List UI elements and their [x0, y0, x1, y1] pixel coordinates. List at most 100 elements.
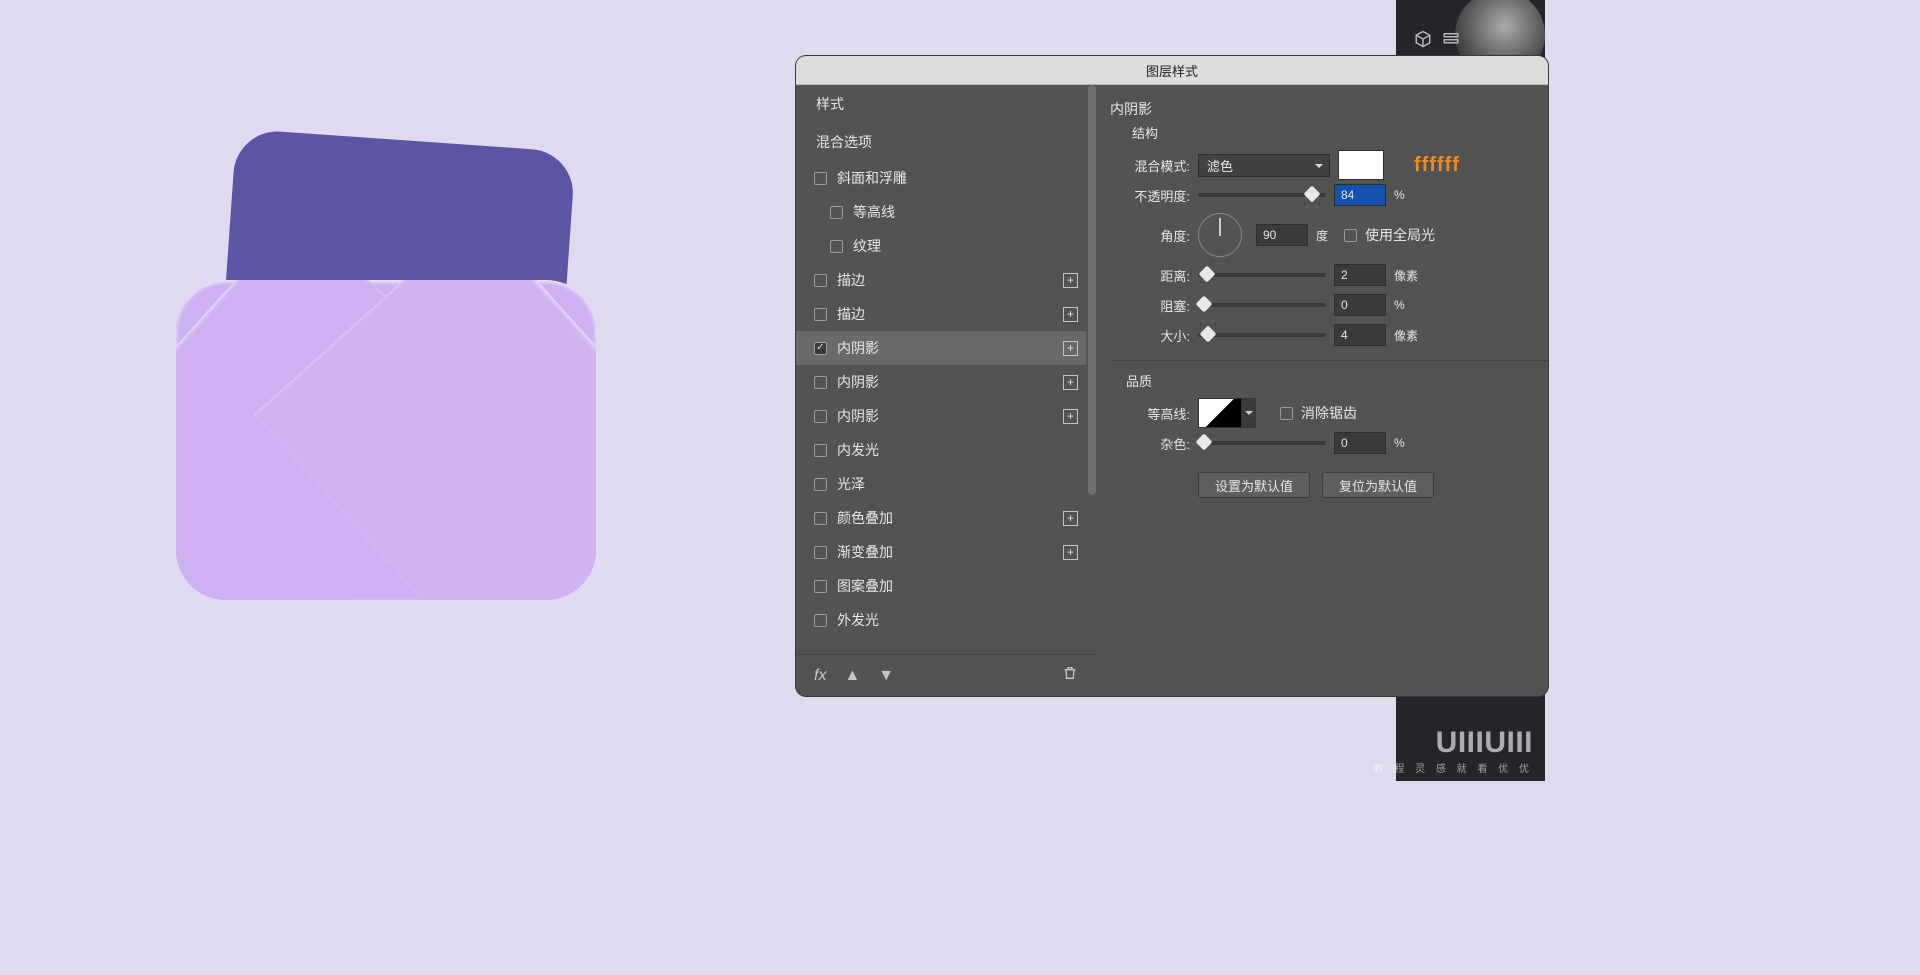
choke-label: 阻塞: [1110, 296, 1190, 315]
style-label: 描边 [837, 270, 865, 290]
percent-unit: % [1394, 298, 1405, 312]
cube-icon[interactable] [1414, 30, 1432, 48]
contour-picker[interactable] [1198, 398, 1242, 428]
contour-dropdown-icon[interactable] [1242, 398, 1256, 428]
watermark-brand: UIIIUIII [1374, 726, 1533, 760]
style-row[interactable]: 斜面和浮雕 [796, 161, 1086, 195]
style-row[interactable]: 描边 + [796, 297, 1086, 331]
styles-list-column: 样式 混合选项 斜面和浮雕等高线纹理描边+描边+内阴影+内阴影+内阴影+内发光光… [796, 85, 1096, 696]
noise-slider[interactable] [1198, 441, 1326, 445]
style-label: 图案叠加 [837, 576, 893, 596]
style-row[interactable]: 内阴影 + [796, 399, 1086, 433]
opacity-input[interactable]: 84 [1334, 184, 1386, 206]
style-label: 渐变叠加 [837, 542, 893, 562]
style-row[interactable]: 内阴影+ [796, 365, 1086, 399]
styles-header[interactable]: 样式 [796, 85, 1086, 123]
fx-icon[interactable]: fx [814, 667, 826, 685]
blend-mode-select[interactable]: 滤色 [1198, 154, 1330, 177]
dialog-titlebar[interactable]: 图层样式 [796, 56, 1548, 85]
style-checkbox[interactable] [814, 546, 827, 559]
percent-unit: % [1394, 436, 1405, 450]
antialias-label: 消除锯齿 [1301, 403, 1357, 423]
envelope-front [176, 280, 596, 600]
add-effect-icon[interactable]: + [1063, 341, 1078, 356]
add-effect-icon[interactable]: + [1063, 307, 1078, 322]
style-checkbox[interactable] [814, 308, 827, 321]
add-effect-icon[interactable]: + [1063, 409, 1078, 424]
style-checkbox[interactable] [814, 444, 827, 457]
angle-dial[interactable] [1198, 213, 1242, 257]
style-checkbox[interactable] [814, 172, 827, 185]
size-slider[interactable] [1198, 333, 1326, 337]
blend-options-header[interactable]: 混合选项 [796, 123, 1086, 161]
style-row[interactable]: 纹理 [796, 229, 1086, 263]
antialias-checkbox[interactable] [1280, 407, 1293, 420]
style-label: 颜色叠加 [837, 508, 893, 528]
opacity-slider[interactable] [1198, 193, 1326, 197]
distance-input[interactable]: 2 [1334, 264, 1386, 286]
style-label: 外发光 [837, 610, 879, 630]
style-row[interactable]: 颜色叠加 + [796, 501, 1086, 535]
noise-label: 杂色: [1110, 434, 1190, 453]
style-checkbox[interactable] [814, 274, 827, 287]
style-checkbox[interactable] [814, 376, 827, 389]
style-label: 内发光 [837, 440, 879, 460]
style-row[interactable]: 等高线 [796, 195, 1086, 229]
opacity-label: 不透明度: [1110, 186, 1190, 205]
size-input[interactable]: 4 [1334, 324, 1386, 346]
make-default-button[interactable]: 设置为默认值 [1198, 472, 1310, 498]
blend-mode-label: 混合模式: [1110, 156, 1190, 175]
style-row[interactable]: 光泽 [796, 467, 1086, 501]
global-light-label: 使用全局光 [1365, 225, 1435, 245]
style-label: 描边 [837, 304, 865, 324]
dialog-title: 图层样式 [1146, 61, 1198, 80]
noise-input[interactable]: 0 [1334, 432, 1386, 454]
arrow-up-icon[interactable]: ▲ [844, 667, 860, 685]
style-checkbox[interactable] [814, 512, 827, 525]
style-checkbox[interactable] [830, 206, 843, 219]
style-row[interactable]: 外发光 [796, 603, 1086, 637]
style-row[interactable]: 图案叠加 [796, 569, 1086, 603]
pixel-unit: 像素 [1394, 327, 1418, 344]
color-swatch[interactable] [1338, 150, 1384, 180]
style-checkbox[interactable] [814, 580, 827, 593]
distance-label: 距离: [1110, 266, 1190, 285]
style-label: 光泽 [837, 474, 865, 494]
add-effect-icon[interactable]: + [1063, 545, 1078, 560]
reset-default-button[interactable]: 复位为默认值 [1322, 472, 1434, 498]
layer-style-dialog: 图层样式 样式 混合选项 斜面和浮雕等高线纹理描边+描边+内阴影+内阴影+内阴影… [796, 56, 1548, 696]
angle-input[interactable]: 90 [1256, 224, 1308, 246]
style-row[interactable]: 渐变叠加 + [796, 535, 1086, 569]
style-label: 斜面和浮雕 [837, 168, 907, 188]
contour-label: 等高线: [1110, 404, 1190, 423]
add-effect-icon[interactable]: + [1063, 273, 1078, 288]
size-label: 大小: [1110, 326, 1190, 345]
angle-label: 角度: [1110, 226, 1190, 245]
arrow-down-icon[interactable]: ▼ [878, 667, 894, 685]
style-checkbox[interactable] [814, 614, 827, 627]
global-light-checkbox[interactable] [1344, 229, 1357, 242]
scrollbar[interactable] [1088, 85, 1096, 495]
style-row[interactable]: 内阴影+ [796, 331, 1086, 365]
color-hex: ffffff [1414, 154, 1460, 177]
style-checkbox[interactable] [830, 240, 843, 253]
envelope-illustration [176, 150, 596, 600]
structure-label: 结构 [1132, 123, 1548, 142]
style-label: 纹理 [853, 236, 881, 256]
percent-unit: % [1394, 188, 1405, 202]
style-label: 内阴影 [837, 406, 879, 426]
pixel-unit: 像素 [1394, 267, 1418, 284]
distance-slider[interactable] [1198, 273, 1326, 277]
choke-input[interactable]: 0 [1334, 294, 1386, 316]
style-row[interactable]: 内发光 [796, 433, 1086, 467]
choke-slider[interactable] [1198, 303, 1326, 307]
trash-icon[interactable] [1062, 665, 1078, 686]
effect-settings-column: 内阴影 结构 混合模式: 滤色 ffffff 不透明度: 84 % 角度: 90… [1096, 85, 1548, 696]
style-checkbox[interactable] [814, 342, 827, 355]
grid-toggle-icon[interactable] [1442, 30, 1460, 48]
add-effect-icon[interactable]: + [1063, 375, 1078, 390]
style-row[interactable]: 描边 + [796, 263, 1086, 297]
add-effect-icon[interactable]: + [1063, 511, 1078, 526]
style-checkbox[interactable] [814, 478, 827, 491]
style-checkbox[interactable] [814, 410, 827, 423]
